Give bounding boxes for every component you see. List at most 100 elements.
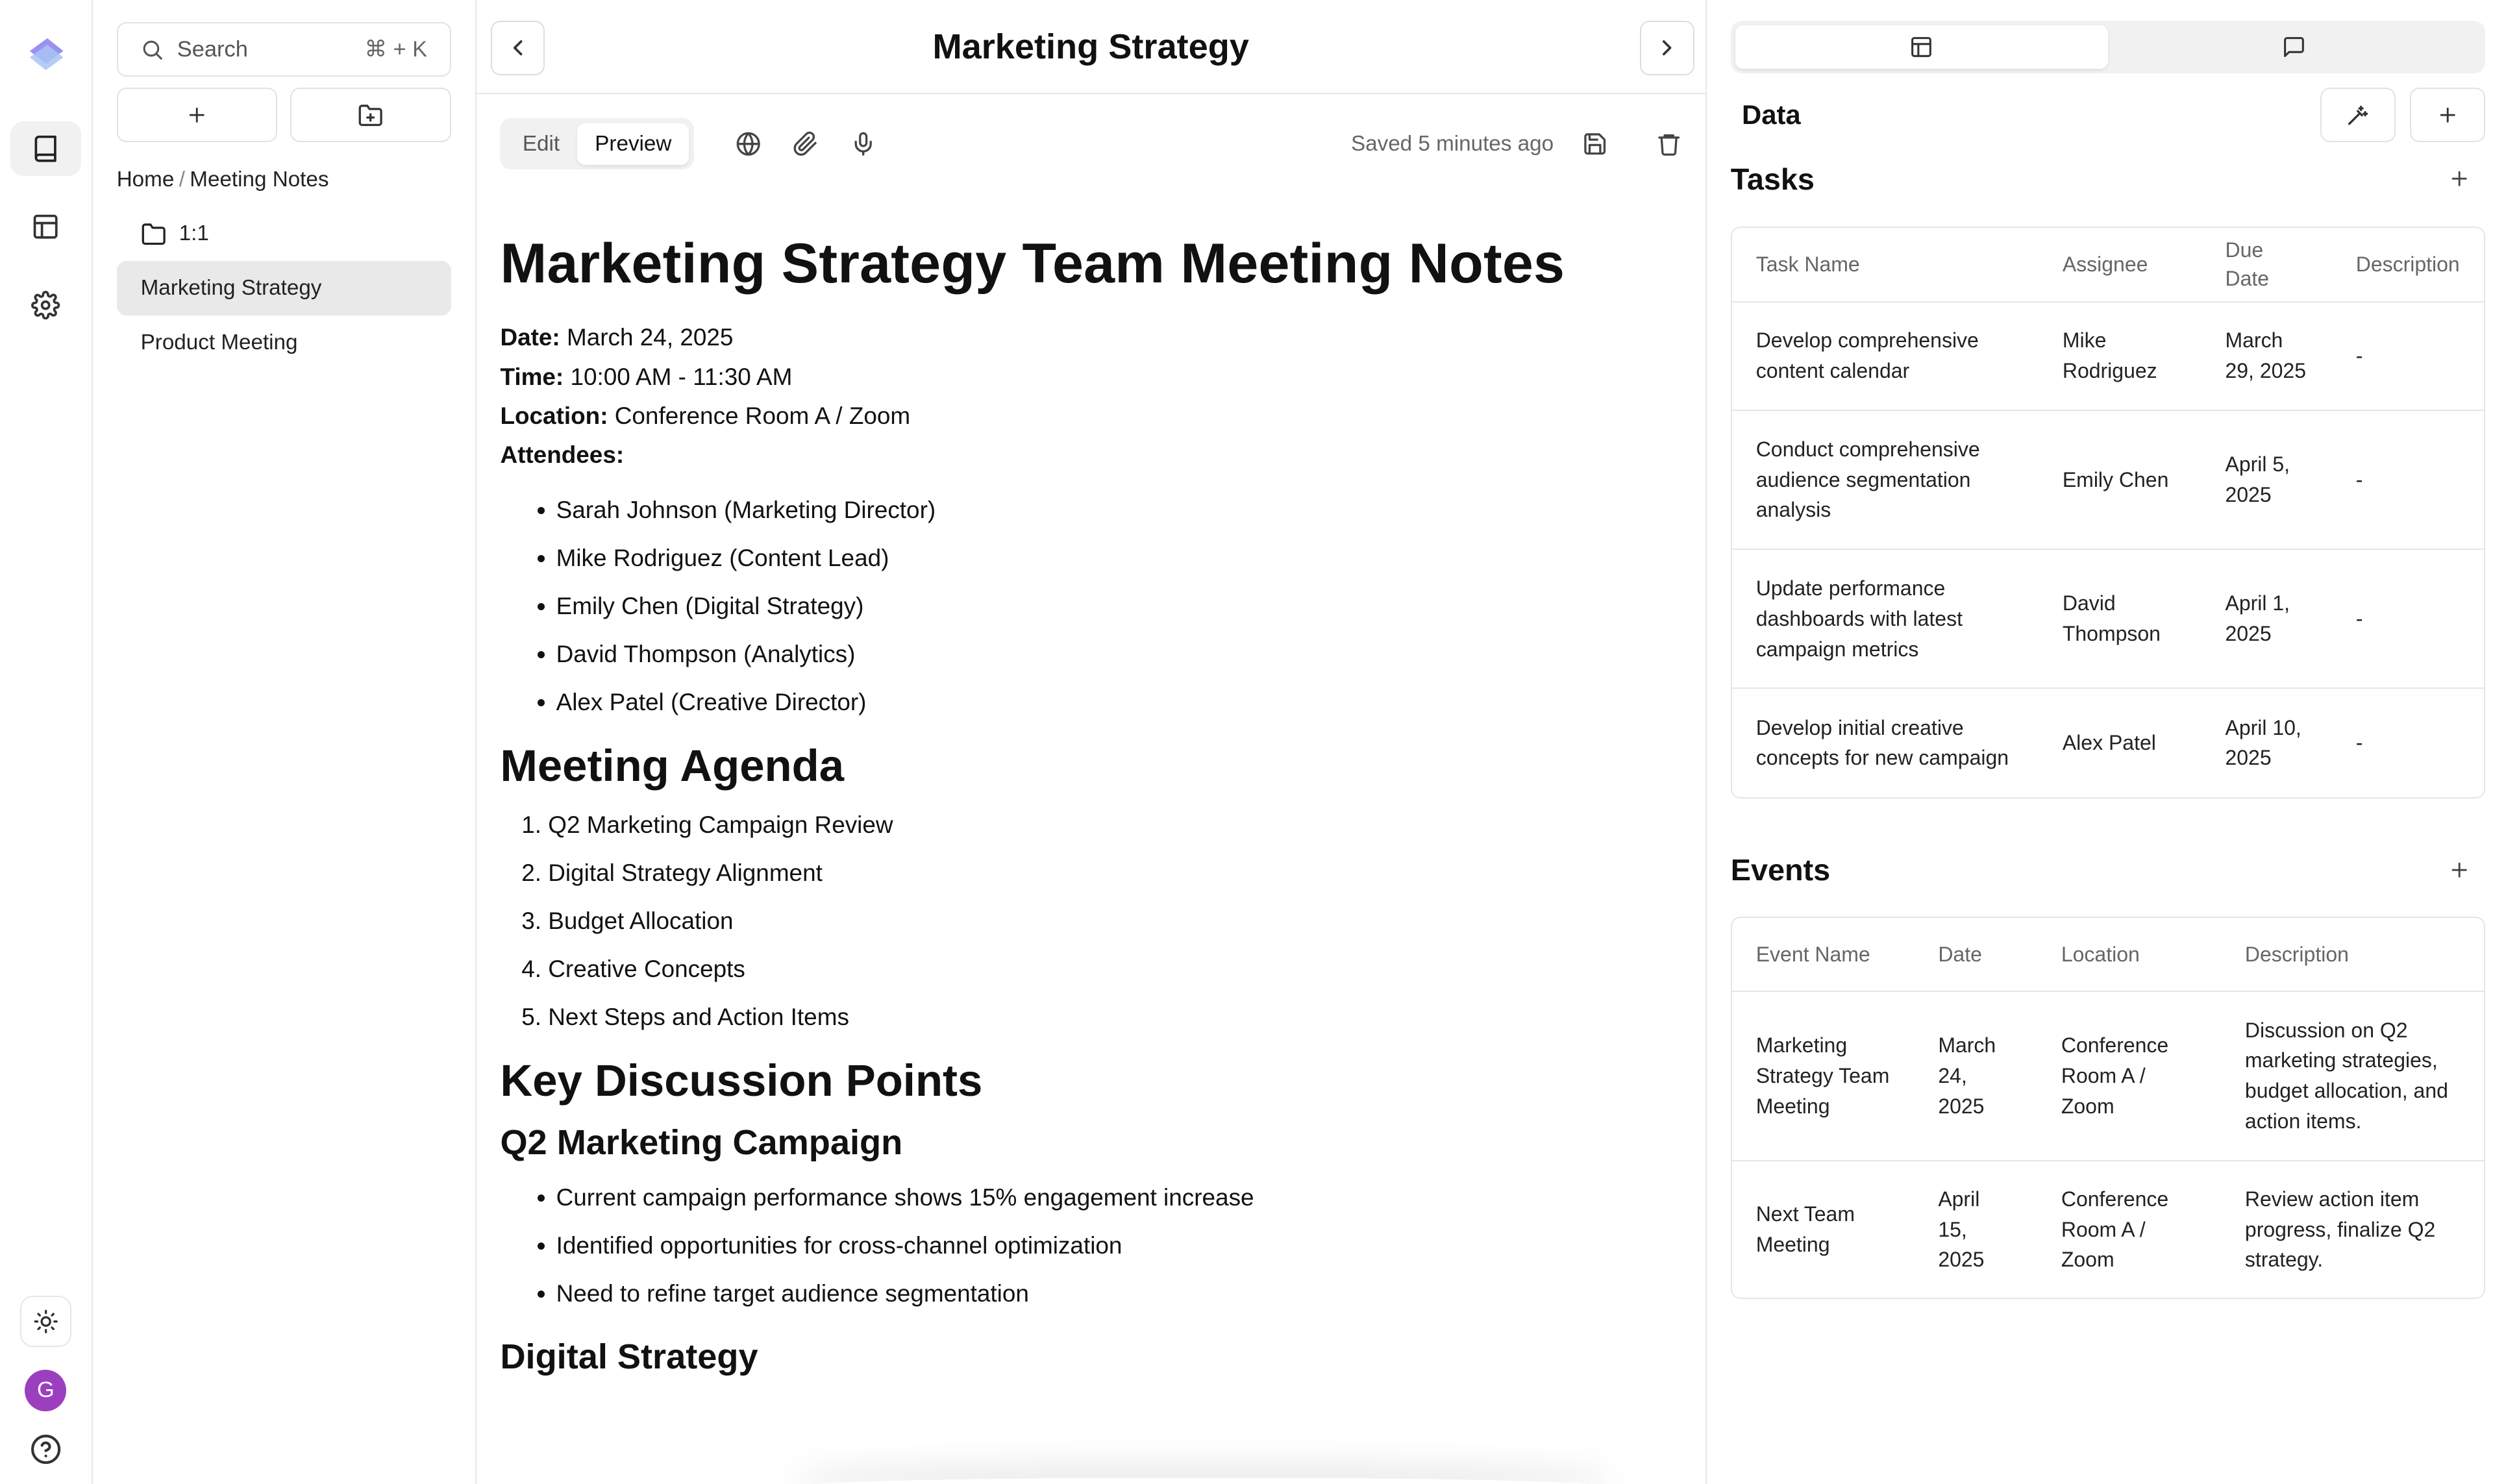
magic-wand-icon <box>2348 105 2368 125</box>
table-cell: Emily Chen <box>2038 410 2202 550</box>
table-cell: - <box>2355 731 2363 754</box>
mode-toggle: Edit Preview <box>500 118 694 169</box>
tasks-heading: Tasks <box>1730 162 1815 196</box>
breadcrumb-home[interactable]: Home <box>117 167 175 192</box>
folder-item-1-1[interactable]: 1:1 <box>117 207 451 262</box>
add-event-button[interactable] <box>2448 859 2470 881</box>
table-cell: Discussion on Q2 marketing strategies, b… <box>2220 991 2484 1161</box>
meeting-meta: Date: March 24, 2025 Time: 10:00 AM - 11… <box>500 318 1681 475</box>
search-input[interactable]: Search ⌘ + K <box>116 22 451 77</box>
column-header[interactable]: Location <box>2037 917 2221 992</box>
edit-mode-button[interactable]: Edit <box>505 123 577 165</box>
forward-button[interactable] <box>1639 20 1694 75</box>
table-cell: April 10, 2025 <box>2225 715 2301 770</box>
gear-icon[interactable] <box>10 278 81 332</box>
events-heading: Events <box>1730 853 1831 887</box>
help-icon[interactable] <box>30 1433 62 1465</box>
table-cell: Review action item progress, finalize Q2… <box>2244 1187 2436 1272</box>
table-cell: Marketing Strategy Team Meeting <box>1731 991 1915 1161</box>
paperclip-icon[interactable] <box>793 131 818 156</box>
preview-mode-button[interactable]: Preview <box>577 123 689 165</box>
new-folder-button[interactable] <box>290 88 451 143</box>
events-table: Event Name Date Location Description Mar… <box>1730 916 2485 1300</box>
new-note-button[interactable] <box>116 88 278 143</box>
table-cell: Next Team Meeting <box>1755 1202 1855 1257</box>
tasks-table: Task Name Assignee Due Date Description … <box>1730 227 2485 798</box>
time-value: 10:00 AM - 11:30 AM <box>564 363 793 390</box>
list-item: Need to refine target audience segmentat… <box>556 1278 1681 1326</box>
file-label: Product Meeting <box>140 330 298 354</box>
breadcrumb: Home / Meeting Notes <box>117 167 451 192</box>
plus-icon <box>2451 171 2467 187</box>
table-row[interactable]: Develop initial creative concepts for ne… <box>1732 688 2484 797</box>
globe-icon[interactable] <box>736 131 761 156</box>
column-header[interactable]: Event Name <box>1731 917 1915 992</box>
extract-button[interactable] <box>2320 88 2396 143</box>
list-item: Emily Chen (Digital Strategy) <box>556 590 1681 638</box>
table-cell: March 29, 2025 <box>2201 301 2332 411</box>
column-header[interactable]: Due Date <box>2201 228 2332 303</box>
table-icon[interactable] <box>10 200 81 254</box>
sun-icon[interactable] <box>19 1296 71 1348</box>
column-header[interactable]: Task Name <box>1731 228 2039 303</box>
icon-rail: G <box>0 0 93 1484</box>
file-item-marketing-strategy[interactable]: Marketing Strategy <box>116 261 451 315</box>
folder-label: 1:1 <box>179 221 209 246</box>
saved-status: Saved 5 minutes ago <box>1350 131 1554 156</box>
location-label: Location: <box>500 402 608 429</box>
file-tree: 1:1 Marketing Strategy Product Meeting <box>116 207 451 370</box>
column-header[interactable]: Date <box>1914 917 2037 992</box>
breadcrumb-meeting-notes[interactable]: Meeting Notes <box>190 167 329 192</box>
plus-icon <box>190 107 205 123</box>
table-row[interactable]: Marketing Strategy Team Meeting March 24… <box>1731 991 2484 1161</box>
plus-icon <box>2440 107 2455 123</box>
table-row[interactable]: Conduct comprehensive audience segmentat… <box>1731 410 2484 550</box>
table-cell: Update performance dashboards with lates… <box>1731 549 2039 689</box>
file-item-product-meeting[interactable]: Product Meeting <box>117 315 451 370</box>
editor-header: Marketing Strategy <box>476 0 1705 95</box>
breadcrumb-separator: / <box>179 167 185 192</box>
chevron-right-icon <box>1663 40 1672 56</box>
table-row[interactable]: Next Team Meeting April 15, 2025 Confere… <box>1732 1161 2484 1298</box>
list-item: Q2 Marketing Campaign Review <box>548 812 1681 860</box>
save-icon[interactable] <box>1582 131 1607 156</box>
chevron-left-icon <box>513 40 523 56</box>
folder-icon <box>141 221 166 247</box>
chat-icon <box>2284 37 2304 57</box>
list-item: Next Steps and Action Items <box>548 1004 1681 1052</box>
folder-plus-icon <box>358 104 382 126</box>
back-button[interactable] <box>490 20 545 75</box>
trash-icon[interactable] <box>1656 131 1681 156</box>
list-item: Current campaign performance shows 15% e… <box>556 1181 1681 1230</box>
column-header[interactable]: Description <box>2220 917 2484 992</box>
tab-data[interactable] <box>1735 25 2108 69</box>
time-label: Time: <box>500 363 564 390</box>
list-item: Digital Strategy Alignment <box>548 860 1681 908</box>
list-item: Budget Allocation <box>548 908 1681 956</box>
table-row[interactable]: Update performance dashboards with lates… <box>1731 549 2484 689</box>
file-panel: Search ⌘ + K Home / Meeting Notes 1:1 Mark… <box>93 0 477 1484</box>
search-icon <box>140 38 164 62</box>
data-panel: Data Tasks Task Name Assignee Due Date D… <box>1707 0 2493 1484</box>
logo-icon[interactable] <box>23 32 68 77</box>
column-header[interactable]: Description <box>2331 228 2484 303</box>
list-item: Mike Rodriguez (Content Lead) <box>556 542 1681 590</box>
add-task-button[interactable] <box>2448 167 2470 190</box>
list-item: David Thompson (Analytics) <box>556 638 1681 686</box>
list-item: Alex Patel (Creative Director) <box>556 686 1681 734</box>
microphone-icon[interactable] <box>850 131 876 156</box>
book-icon[interactable] <box>10 121 81 176</box>
add-data-button[interactable] <box>2409 88 2485 143</box>
digital-strategy-heading: Digital Strategy <box>500 1337 758 1377</box>
tab-chat[interactable] <box>2108 25 2481 68</box>
avatar[interactable]: G <box>25 1369 67 1411</box>
q2-points-list: Current campaign performance shows 15% e… <box>500 1181 1681 1326</box>
column-header[interactable]: Assignee <box>2038 228 2202 303</box>
table-row[interactable]: Develop comprehensive content calendar M… <box>1731 301 2484 411</box>
table-cell: David Thompson <box>2038 549 2202 689</box>
search-placeholder: Search <box>177 36 248 62</box>
attendees-label: Attendees: <box>500 441 625 469</box>
discussion-heading: Key Discussion Points <box>500 1056 983 1106</box>
search-shortcut: ⌘ + K <box>364 37 428 62</box>
table-cell: - <box>2331 549 2484 689</box>
